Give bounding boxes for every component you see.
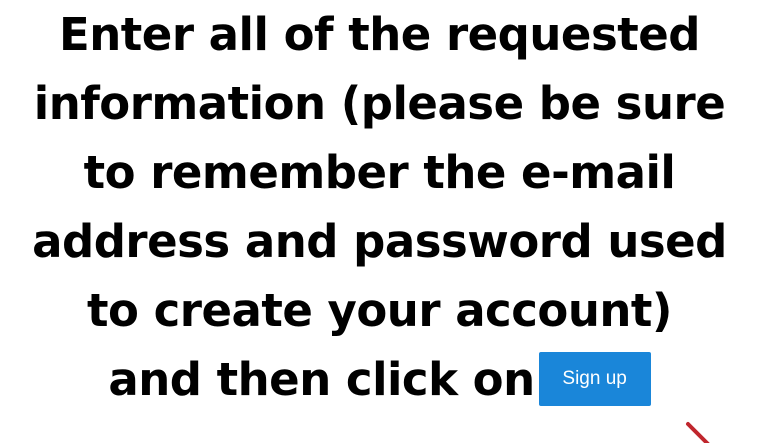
instruction-slide: Enter all of the requested information (…: [0, 0, 759, 443]
instruction-line-3: to remember the e-mail: [83, 146, 676, 199]
instruction-line-6: and then click on Sign up: [0, 345, 759, 414]
sign-up-button[interactable]: Sign up: [538, 352, 651, 406]
arrow-icon: [686, 422, 710, 443]
instruction-line-4: address and password used: [32, 215, 727, 268]
instruction-line-1: Enter all of the requested: [59, 8, 700, 61]
instruction-line-6-text: and then click on: [108, 353, 535, 406]
instruction-line-2: information (please be sure: [33, 77, 726, 130]
instruction-line-5: to create your account): [87, 284, 672, 337]
instruction-text: Enter all of the requested information (…: [0, 0, 759, 414]
